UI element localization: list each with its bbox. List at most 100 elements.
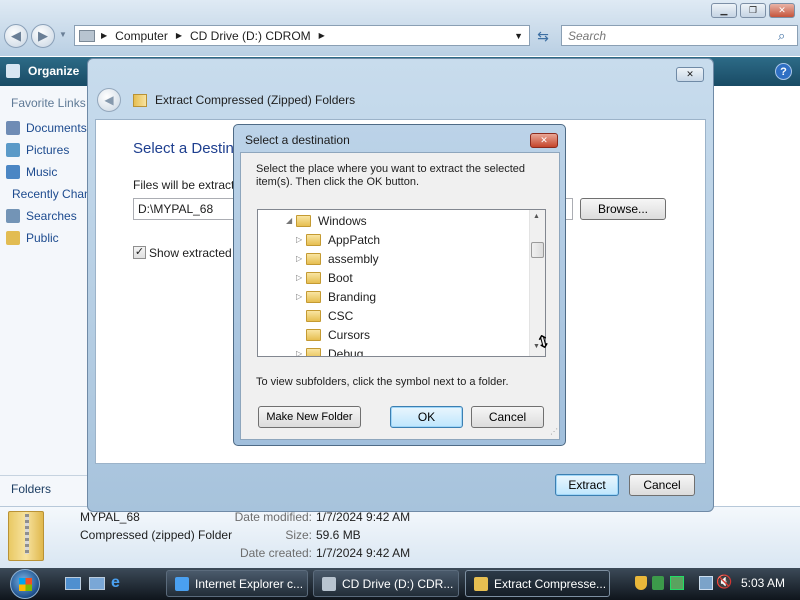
public-folder-icon — [6, 231, 20, 245]
expand-arrow-icon[interactable]: ▷ — [296, 254, 306, 263]
folder-icon — [306, 309, 321, 322]
favorite-searches[interactable]: Searches — [0, 205, 88, 227]
make-new-folder-button[interactable]: Make New Folder — [258, 406, 361, 428]
zip-folder-icon — [8, 511, 44, 561]
folder-icon — [306, 328, 321, 341]
scroll-up-icon[interactable]: ▲ — [533, 213, 540, 220]
expanded-arrow-icon[interactable]: ◢ — [286, 216, 296, 225]
breadcrumb-computer[interactable]: Computer — [115, 29, 168, 43]
folder-tree[interactable]: ◢ Windows ▷ AppPatch ▷ assembly ▷ Boot ▷ Branding… — [257, 209, 546, 357]
favorite-label: Music — [26, 165, 58, 179]
wizard-cancel-button[interactable]: Cancel — [629, 474, 695, 496]
destination-path-value: D:\MYPAL_68 — [138, 202, 214, 216]
address-dropdown-icon[interactable]: ▼ — [514, 31, 523, 41]
wizard-back-button[interactable]: ◀ — [97, 88, 121, 112]
refresh-icon[interactable]: ⇆ — [533, 26, 553, 46]
chevron-right-icon: ▶ — [175, 31, 182, 40]
show-files-label: Show extracted files when complete — [149, 246, 235, 260]
tree-item[interactable]: CSC — [296, 306, 353, 325]
folder-icon — [306, 347, 321, 356]
security-shield-icon[interactable] — [635, 576, 647, 590]
date-modified-value: 1/7/2024 9:42 AM — [316, 510, 411, 524]
wizard-close-button[interactable]: ✕ — [676, 67, 704, 82]
pictures-icon — [6, 143, 20, 157]
show-files-checkbox[interactable]: ✓ — [133, 246, 146, 259]
help-icon[interactable]: ? — [775, 63, 792, 80]
tree-item-label: Boot — [328, 270, 353, 285]
folder-icon — [306, 252, 321, 265]
back-button[interactable]: ◀ — [4, 24, 28, 48]
resize-grip-icon[interactable]: ⋰ — [550, 427, 558, 436]
folders-toggle[interactable]: Folders — [11, 482, 51, 496]
favorite-pictures[interactable]: Pictures — [0, 139, 88, 161]
expand-arrow-icon[interactable]: ▷ — [296, 292, 306, 301]
date-created-label: Date created: — [239, 546, 312, 560]
computer-icon — [79, 29, 95, 42]
start-button[interactable] — [10, 569, 40, 599]
expand-arrow-icon[interactable]: ▷ — [296, 235, 306, 244]
tree-item[interactable]: ▷ assembly — [296, 249, 379, 268]
dialog-body: Select the place where you want to extra… — [240, 152, 560, 440]
tree-item[interactable]: ▷ Branding — [296, 287, 376, 306]
address-bar[interactable]: ▶ Computer ▶ CD Drive (D:) CDROM ▶ ▼ — [74, 25, 530, 46]
dialog-instruction: Select the place where you want to extra… — [256, 163, 526, 188]
files-label: Files will be extracted to this folder: — [133, 178, 235, 192]
select-destination-dialog: Select a destination ✕ Select the place … — [233, 124, 566, 446]
show-desktop-icon[interactable] — [65, 577, 81, 590]
organize-label: Organize — [28, 64, 80, 78]
update-icon[interactable] — [652, 576, 664, 590]
task-cd-drive[interactable]: CD Drive (D:) CDR... — [313, 570, 459, 597]
chevron-right-icon: ▶ — [101, 31, 108, 40]
wizard-heading: Select a Destination and Extract Files — [133, 140, 243, 157]
dialog-hint: To view subfolders, click the symbol nex… — [256, 376, 509, 388]
extract-button[interactable]: Extract — [555, 474, 619, 496]
breadcrumb-cd-drive[interactable]: CD Drive (D:) CDROM — [190, 29, 311, 43]
search-input[interactable]: Search — [561, 25, 798, 46]
folder-icon — [306, 271, 321, 284]
tree-item[interactable]: ◢ Windows — [286, 211, 367, 230]
favorite-music[interactable]: Music — [0, 161, 88, 183]
task-internet-explorer[interactable]: Internet Explorer c... — [166, 570, 308, 597]
favorite-documents[interactable]: Documents — [0, 117, 88, 139]
forward-button[interactable]: ▶ — [31, 24, 55, 48]
internet-explorer-icon[interactable]: e — [111, 574, 120, 592]
switch-windows-icon[interactable] — [89, 577, 105, 590]
size-value: 59.6 MB — [316, 528, 361, 542]
task-label: Internet Explorer c... — [195, 576, 304, 591]
scrollbar-thumb[interactable] — [531, 242, 544, 258]
volume-muted-icon[interactable]: 🔇 — [716, 574, 732, 590]
task-extract-wizard[interactable]: Extract Compresse... — [465, 570, 610, 597]
expand-arrow-icon[interactable]: ▷ — [296, 349, 306, 356]
dialog-cancel-button[interactable]: Cancel — [471, 406, 544, 428]
favorite-public[interactable]: Public — [0, 227, 88, 249]
tree-item[interactable]: ▷ Debug — [296, 344, 363, 356]
folder-icon — [306, 233, 321, 246]
search-icon[interactable]: ⌕ — [778, 28, 785, 44]
size-label: Size: — [285, 528, 312, 542]
drive-icon — [322, 576, 336, 591]
details-pane: MYPAL_68 Compressed (zipped) Folder Date… — [0, 506, 800, 568]
minimize-button[interactable]: ▁ — [711, 3, 737, 18]
favorite-label: Pictures — [26, 143, 70, 157]
tree-item-label: CSC — [328, 308, 354, 323]
favorite-recently-changed[interactable]: Recently Changed — [0, 183, 111, 205]
favorite-links-heading: Favorite Links — [11, 96, 86, 110]
recent-pages-icon[interactable]: ▼ — [59, 30, 67, 39]
clock[interactable]: 5:03 AM — [741, 576, 785, 590]
tree-item[interactable]: ▷ AppPatch — [296, 230, 380, 249]
tree-item[interactable]: ▷ Boot — [296, 268, 353, 287]
searches-icon — [6, 209, 20, 223]
browse-button[interactable]: Browse... — [580, 198, 666, 220]
dialog-close-button[interactable]: ✕ — [530, 133, 558, 148]
tree-item-label: Cursors — [328, 327, 371, 342]
tree-item[interactable]: Cursors — [296, 325, 370, 344]
organize-button[interactable]: Organize — [6, 64, 79, 78]
tree-item-label: AppPatch — [328, 232, 381, 247]
maximize-button[interactable]: ❐ — [740, 3, 766, 18]
ok-button[interactable]: OK — [390, 406, 463, 428]
close-button[interactable]: ✕ — [769, 3, 795, 18]
taskbar: e Internet Explorer c... CD Drive (D:) C… — [0, 568, 800, 600]
network-icon[interactable] — [699, 576, 713, 590]
expand-arrow-icon[interactable]: ▷ — [296, 273, 306, 282]
defender-icon[interactable] — [670, 576, 684, 590]
